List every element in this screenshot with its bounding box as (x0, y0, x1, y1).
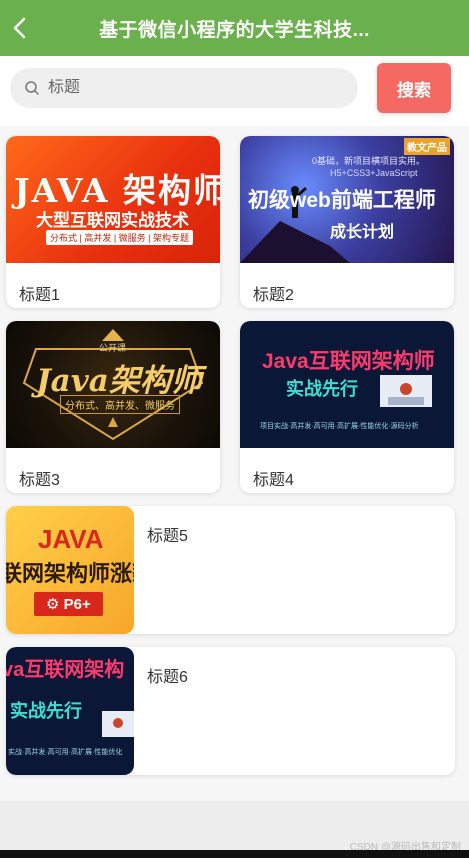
banner-subtitle: 实战先行 (10, 701, 82, 721)
banner-subtitle: 成长计划 (330, 224, 395, 241)
search-input[interactable] (48, 79, 328, 97)
course-title: 标题4 (253, 472, 294, 489)
course-title: 标题5 (147, 528, 188, 545)
banner-subtitle: 联网架构师涨薪 (6, 561, 134, 586)
course-thumbnail-1: JAVA 架构师 大型互联网实战技术 分布式 | 高并发 | 微服务 | 架构专… (6, 136, 220, 263)
course-card-2[interactable]: 教文产品 0基础，新项目横项目实用。 H5+CSS3+JavaScript 初级… (240, 136, 454, 308)
banner-badge: ⚙ P6+ (34, 592, 103, 616)
course-thumbnail-5: JAVA 联网架构师涨薪 ⚙ P6+ (6, 506, 134, 634)
banner-top-text: 0基础，新项目横项目实用。 (312, 156, 426, 166)
search-field[interactable] (10, 68, 358, 108)
banner-badge: 教文产品 (404, 138, 450, 155)
course-thumbnail-4: Java互联网架构师 实战先行 项目实战·高并发·高可用·高扩展·性能优化·源码… (240, 321, 454, 448)
footer-line (0, 850, 469, 858)
banner-title: Java架构师 (36, 363, 202, 399)
banner-title: JAVA 架构师 (14, 171, 220, 210)
banner-title: va互联网架构 (6, 659, 125, 681)
search-button[interactable]: 搜索 (377, 63, 451, 113)
course-card-5[interactable]: JAVA 联网架构师涨薪 ⚙ P6+ 标题5 (6, 506, 455, 634)
course-card-1[interactable]: JAVA 架构师 大型互联网实战技术 分布式 | 高并发 | 微服务 | 架构专… (6, 136, 220, 308)
course-title: 标题3 (19, 472, 60, 489)
search-bar: 搜索 (0, 56, 469, 120)
banner-title: Java互联网架构师 (262, 350, 435, 373)
course-card-3[interactable]: 公开课 Java架构师 分布式、高并发、微服务 标题3 (6, 321, 220, 493)
computer-illustration (380, 375, 432, 407)
banner-tags: 项目实战·高并发·高可用·高扩展·性能优化·源码分析 (260, 423, 419, 430)
chevron-left-icon (13, 17, 26, 39)
banner-subtitle: 大型互联网实战技术 (36, 211, 189, 230)
banner-subtitle: 实战先行 (286, 379, 358, 399)
banner-badge: 公开课 (99, 343, 127, 353)
search-icon (25, 81, 39, 95)
app-header: 基于微信小程序的大学生科技... (0, 0, 469, 56)
banner-tags: 分布式 | 高并发 | 微服务 | 架构专题 (46, 230, 194, 245)
banner-title: JAVA (38, 524, 104, 554)
course-title: 标题6 (147, 669, 188, 686)
course-list: JAVA 架构师 大型互联网实战技术 分布式 | 高并发 | 微服务 | 架构专… (0, 126, 469, 801)
course-card-4[interactable]: Java互联网架构师 实战先行 项目实战·高并发·高可用·高扩展·性能优化·源码… (240, 321, 454, 493)
back-button[interactable] (0, 0, 40, 56)
course-thumbnail-6: va互联网架构 实战先行 实战·高并发·高可用·高扩展·性能优化 (6, 647, 134, 775)
course-card-6[interactable]: va互联网架构 实战先行 实战·高并发·高可用·高扩展·性能优化 标题6 (6, 647, 455, 775)
course-thumbnail-3: 公开课 Java架构师 分布式、高并发、微服务 (6, 321, 220, 448)
banner-tags: 实战·高并发·高可用·高扩展·性能优化 (8, 749, 123, 756)
banner-title: 初级web前端工程师 (248, 189, 436, 212)
banner-code: H5+CSS3+JavaScript (330, 168, 418, 178)
course-title: 标题1 (19, 287, 60, 304)
course-thumbnail-2: 教文产品 0基础，新项目横项目实用。 H5+CSS3+JavaScript 初级… (240, 136, 454, 263)
computer-illustration (102, 711, 134, 737)
banner-tags: 分布式、高并发、微服务 (60, 395, 180, 414)
page-title: 基于微信小程序的大学生科技... (99, 19, 370, 41)
course-title: 标题2 (253, 287, 294, 304)
